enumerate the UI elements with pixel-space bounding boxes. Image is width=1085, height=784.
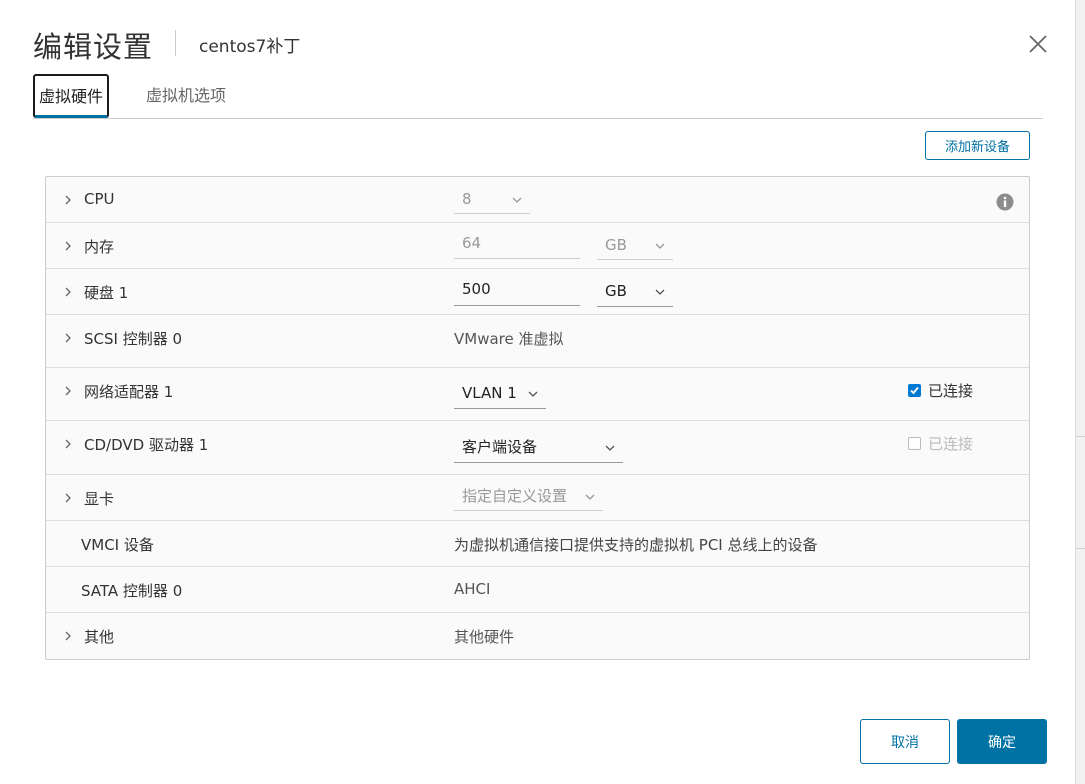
chevron-right-icon[interactable] bbox=[63, 333, 73, 343]
hardware-row-scsi: SCSI 控制器 0 VMware 准虚拟 bbox=[46, 315, 1029, 368]
title-divider bbox=[175, 30, 176, 56]
chevron-down-icon bbox=[655, 289, 665, 295]
info-icon[interactable] bbox=[996, 193, 1014, 211]
hardware-row-memory: 内存 64 GB bbox=[46, 223, 1029, 269]
network-connected-checkbox[interactable]: 已连接 bbox=[908, 380, 973, 401]
sata-label: SATA 控制器 0 bbox=[81, 582, 183, 600]
tab-virtual-hardware[interactable]: 虚拟硬件 bbox=[33, 74, 109, 118]
memory-value: 64 bbox=[462, 234, 482, 252]
cpu-label: CPU bbox=[84, 190, 115, 208]
cddvd-select[interactable]: 客户端设备 bbox=[454, 433, 623, 463]
network-connected-label: 已连接 bbox=[928, 382, 974, 400]
chevron-down-icon bbox=[528, 391, 538, 397]
background-divider bbox=[1076, 436, 1085, 437]
chevron-right-icon[interactable] bbox=[63, 386, 73, 396]
chevron-right-icon[interactable] bbox=[63, 439, 73, 449]
chevron-down-icon bbox=[655, 243, 665, 249]
chevron-right-icon[interactable] bbox=[63, 493, 73, 503]
hardware-row-cpu: CPU 8 bbox=[46, 177, 1029, 223]
cpu-select[interactable]: 8 bbox=[454, 186, 530, 214]
chevron-right-icon[interactable] bbox=[63, 287, 73, 297]
chevron-down-icon bbox=[605, 445, 615, 451]
cancel-button[interactable]: 取消 bbox=[860, 719, 950, 764]
video-select[interactable]: 指定自定义设置 bbox=[454, 483, 603, 511]
ok-button[interactable]: 确定 bbox=[957, 719, 1047, 764]
add-new-device-button[interactable]: 添加新设备 bbox=[925, 131, 1030, 160]
chevron-right-icon[interactable] bbox=[63, 241, 73, 251]
network-select[interactable]: VLAN 1 bbox=[454, 380, 546, 409]
background-window-edge bbox=[1075, 0, 1085, 784]
hardware-row-video: 显卡 指定自定义设置 bbox=[46, 475, 1029, 521]
memory-input[interactable]: 64 bbox=[454, 229, 580, 259]
background-divider bbox=[1076, 548, 1085, 549]
checkbox-checked-icon bbox=[908, 384, 921, 397]
chevron-down-icon bbox=[512, 197, 522, 203]
hardware-row-sata: SATA 控制器 0 AHCI bbox=[46, 567, 1029, 613]
hardware-row-other: 其他 其他硬件 bbox=[46, 613, 1029, 659]
cddvd-label: CD/DVD 驱动器 1 bbox=[84, 436, 209, 454]
dialog-subtitle: centos7补丁 bbox=[199, 37, 301, 57]
memory-unit-value: GB bbox=[605, 236, 627, 254]
scsi-label: SCSI 控制器 0 bbox=[84, 330, 183, 348]
edit-settings-dialog: 编辑设置 centos7补丁 虚拟硬件 虚拟机选项 添加新设备 CPU 8 内存… bbox=[0, 0, 1075, 784]
disk-unit-value: GB bbox=[605, 282, 627, 300]
chevron-right-icon[interactable] bbox=[63, 195, 73, 205]
sata-value: AHCI bbox=[454, 580, 491, 598]
close-button[interactable] bbox=[1026, 32, 1050, 56]
hardware-row-network: 网络适配器 1 VLAN 1 已连接 bbox=[46, 368, 1029, 421]
tab-bar: 虚拟硬件 虚拟机选项 bbox=[33, 74, 1043, 119]
vmci-value: 为虚拟机通信接口提供支持的虚拟机 PCI 总线上的设备 bbox=[454, 536, 818, 554]
memory-label: 内存 bbox=[84, 238, 115, 256]
cpu-value: 8 bbox=[462, 190, 472, 208]
hardware-row-cddvd: CD/DVD 驱动器 1 客户端设备 已连接 bbox=[46, 421, 1029, 475]
dialog-title: 编辑设置 bbox=[33, 30, 154, 64]
tab-vm-options[interactable]: 虚拟机选项 bbox=[146, 74, 226, 116]
scsi-value: VMware 准虚拟 bbox=[454, 330, 564, 348]
disk-size-input[interactable]: 500 bbox=[454, 275, 580, 306]
chevron-down-icon bbox=[585, 494, 595, 500]
video-value: 指定自定义设置 bbox=[462, 487, 568, 505]
cddvd-connected-label: 已连接 bbox=[928, 435, 974, 453]
disk-unit-select[interactable]: GB bbox=[597, 278, 673, 307]
cddvd-connected-checkbox[interactable]: 已连接 bbox=[908, 433, 973, 454]
network-label: 网络适配器 1 bbox=[84, 383, 174, 401]
checkbox-unchecked-icon bbox=[908, 437, 921, 450]
other-value: 其他硬件 bbox=[454, 628, 515, 646]
close-icon bbox=[1029, 35, 1047, 53]
disk-label: 硬盘 1 bbox=[84, 284, 129, 302]
chevron-right-icon[interactable] bbox=[63, 631, 73, 641]
video-label: 显卡 bbox=[84, 490, 115, 508]
vmci-label: VMCI 设备 bbox=[81, 536, 154, 554]
memory-unit-select[interactable]: GB bbox=[597, 232, 673, 260]
hardware-row-vmci: VMCI 设备 为虚拟机通信接口提供支持的虚拟机 PCI 总线上的设备 bbox=[46, 521, 1029, 567]
hardware-list: CPU 8 内存 64 GB 硬盘 1 500 GB SCSI 控制器 0 VM… bbox=[45, 176, 1030, 660]
other-label: 其他 bbox=[84, 628, 115, 646]
hardware-row-disk: 硬盘 1 500 GB bbox=[46, 269, 1029, 315]
network-value: VLAN 1 bbox=[462, 384, 517, 402]
disk-size-value: 500 bbox=[462, 280, 491, 298]
cddvd-value: 客户端设备 bbox=[462, 438, 538, 456]
